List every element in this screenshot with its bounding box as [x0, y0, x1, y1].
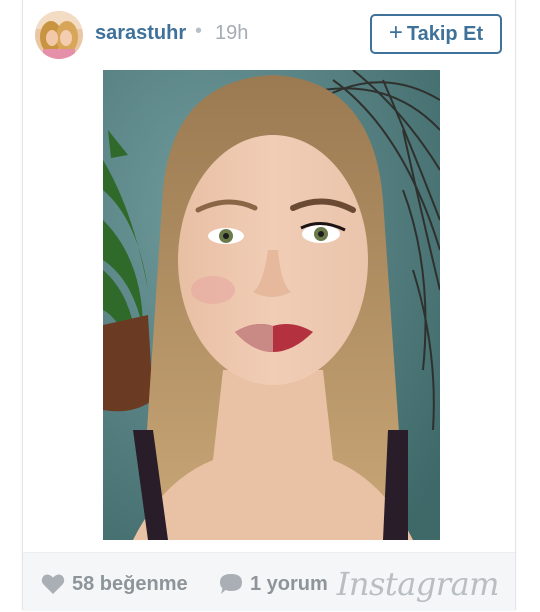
comments-label: 1 yorum [250, 572, 328, 595]
follow-button-label: Takip Et [406, 22, 484, 45]
likes-label: 58 beğenme [72, 572, 188, 595]
avatar[interactable] [35, 11, 83, 59]
speech-bubble-icon [220, 574, 242, 594]
comments-count[interactable]: 1 yorum [219, 571, 328, 597]
likes-count[interactable]: 58 beğenme [41, 571, 188, 597]
separator-dot: • [195, 20, 203, 42]
plus-icon: + [388, 19, 403, 46]
post-photo[interactable] [103, 70, 440, 540]
instagram-logo[interactable]: Instagram [337, 565, 500, 603]
selfie-image [103, 70, 440, 540]
post-header: sarastuhr • 19h + Takip Et [23, 0, 515, 70]
post-card: sarastuhr • 19h + Takip Et 58 beğenme 1 … [22, 0, 516, 611]
follow-button[interactable]: + Takip Et [370, 14, 502, 54]
post-time: 19h [215, 22, 249, 44]
heart-icon [41, 574, 65, 594]
username-link[interactable]: sarastuhr [95, 22, 186, 45]
post-footer: 58 beğenme 1 yorum Instagram [23, 552, 515, 611]
